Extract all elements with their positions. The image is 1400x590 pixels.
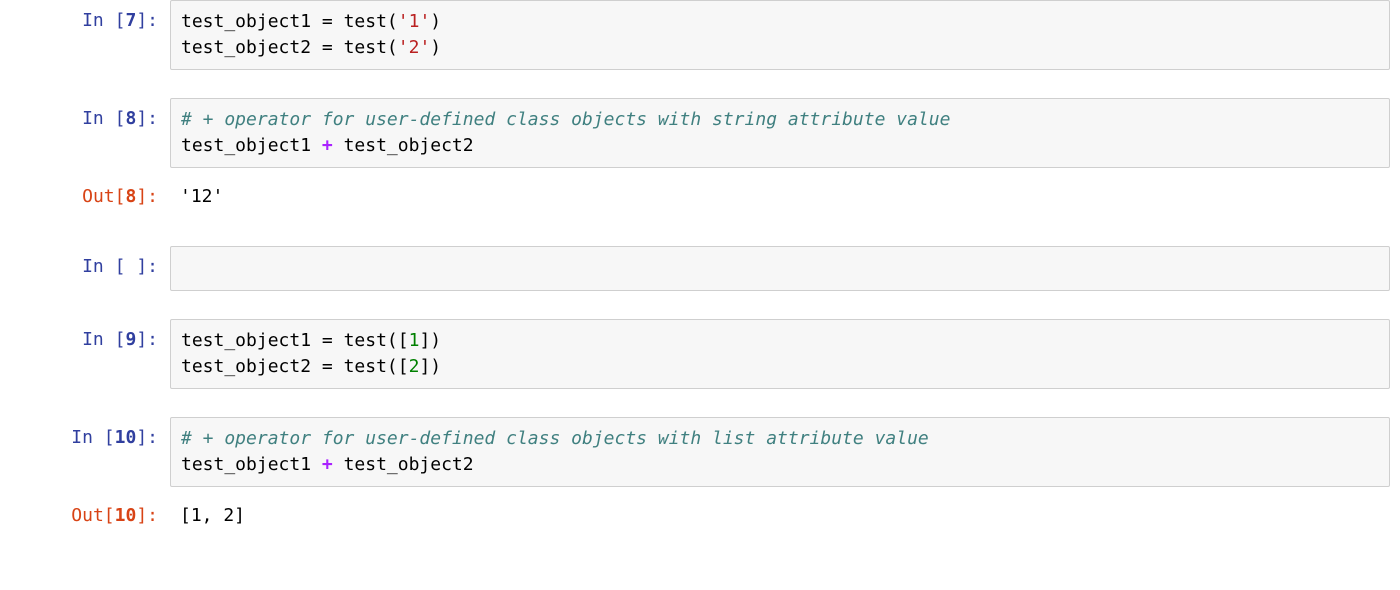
in-prompt: In [9]:: [0, 319, 170, 361]
code-input[interactable]: test_object1 = test([1]) test_object2 = …: [170, 319, 1390, 389]
code-input[interactable]: # + operator for user-defined class obje…: [170, 98, 1390, 168]
code-line: test_object1 = test('1') test_object2 = …: [181, 9, 1379, 61]
code-input[interactable]: # + operator for user-defined class obje…: [170, 417, 1390, 487]
code-input[interactable]: [170, 246, 1390, 290]
code-input[interactable]: test_object1 = test('1') test_object2 = …: [170, 0, 1390, 70]
in-prompt: In [8]:: [0, 98, 170, 140]
code-cell: In [8]: # + operator for user-defined cl…: [0, 98, 1400, 168]
out-prompt: Out[10]:: [0, 495, 170, 537]
output-value: '12': [180, 184, 1380, 210]
in-prompt: In [7]:: [0, 0, 170, 42]
code-line: # + operator for user-defined class obje…: [181, 426, 1379, 478]
code-cell: In [10]: # + operator for user-defined c…: [0, 417, 1400, 487]
output-text: '12': [170, 176, 1390, 218]
output-cell: Out[8]: '12': [0, 176, 1400, 218]
output-value: [1, 2]: [180, 503, 1380, 529]
output-cell: Out[10]: [1, 2]: [0, 495, 1400, 537]
code-cell-empty: In [ ]:: [0, 246, 1400, 290]
code-line: test_object1 = test([1]) test_object2 = …: [181, 328, 1379, 380]
in-prompt: In [10]:: [0, 417, 170, 459]
code-cell: In [7]: test_object1 = test('1') test_ob…: [0, 0, 1400, 70]
code-line: [181, 255, 1379, 281]
code-line: # + operator for user-defined class obje…: [181, 107, 1379, 159]
out-prompt: Out[8]:: [0, 176, 170, 218]
output-text: [1, 2]: [170, 495, 1390, 537]
code-cell: In [9]: test_object1 = test([1]) test_ob…: [0, 319, 1400, 389]
in-prompt: In [ ]:: [0, 246, 170, 288]
notebook: In [7]: test_object1 = test('1') test_ob…: [0, 0, 1400, 537]
